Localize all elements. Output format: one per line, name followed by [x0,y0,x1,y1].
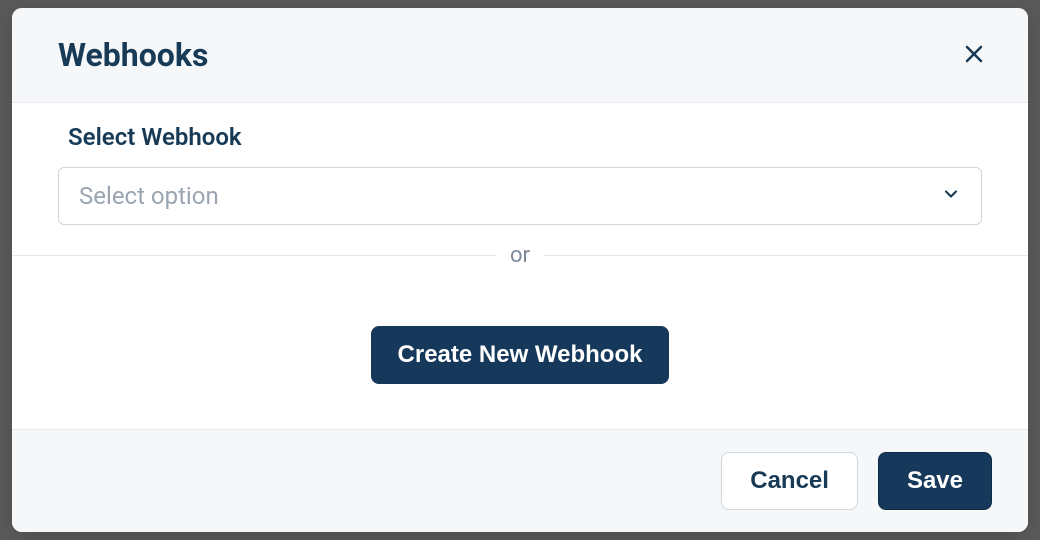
divider-line-left [12,255,496,256]
divider-line-right [544,255,1028,256]
modal-header: Webhooks [12,8,1028,103]
divider-text: or [510,243,530,268]
create-row: Create New Webhook [12,268,1028,426]
chevron-down-icon [941,184,961,208]
webhooks-modal: Webhooks Select Webhook Select option [12,8,1028,532]
cancel-button[interactable]: Cancel [721,452,858,510]
divider: or [12,243,1028,268]
modal-title: Webhooks [58,36,208,74]
modal-footer: Cancel Save [12,429,1028,532]
webhook-select[interactable]: Select option [58,167,982,225]
select-wrapper: Select option [12,167,1028,225]
select-webhook-label: Select Webhook [12,123,1028,167]
create-new-webhook-button[interactable]: Create New Webhook [371,326,670,384]
modal-body: Select Webhook Select option or Create N… [12,103,1028,429]
save-button[interactable]: Save [878,452,992,510]
close-icon [962,42,986,69]
select-placeholder: Select option [79,182,219,210]
close-button[interactable] [958,38,990,73]
